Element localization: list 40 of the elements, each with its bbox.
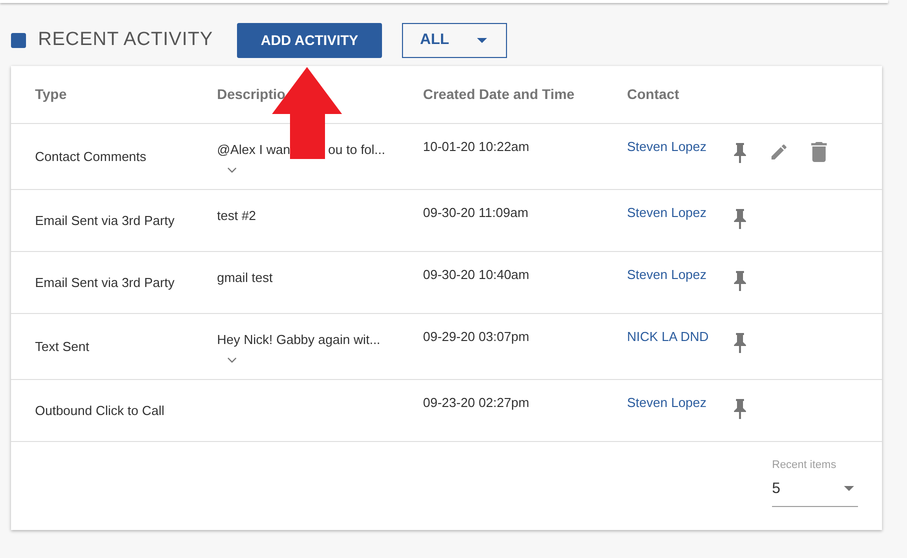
type-cell-text: Text Sent bbox=[35, 338, 90, 356]
section-title: RECENT ACTIVITY bbox=[38, 28, 214, 52]
caret-icon bbox=[844, 486, 854, 492]
section-marker-icon bbox=[11, 33, 26, 48]
filter-dropdown[interactable]: ALL bbox=[402, 23, 508, 58]
type-cell-text: Contact Comments bbox=[35, 148, 146, 166]
pin-icon[interactable] bbox=[733, 332, 747, 354]
type-cell-text: Email Sent via 3rd Party bbox=[35, 274, 174, 292]
date-cell: 09-29-20 03:07pm bbox=[423, 329, 530, 344]
pin-icon[interactable] bbox=[733, 208, 747, 230]
date-cell: 09-30-20 11:09am bbox=[423, 205, 528, 220]
pin-icon[interactable] bbox=[733, 270, 747, 292]
delete-icon[interactable] bbox=[811, 142, 827, 162]
date-cell: 09-30-20 10:40am bbox=[423, 267, 530, 282]
caret-icon bbox=[477, 38, 488, 43]
recent-items-select[interactable]: Recent items 5 bbox=[772, 457, 858, 507]
add-activity-button[interactable]: ADD ACTIVITY bbox=[237, 23, 382, 58]
description-text: ou to fol... bbox=[328, 141, 386, 159]
contact-link[interactable]: Steven Lopez bbox=[627, 267, 707, 282]
type-cell-text: Outbound Click to Call bbox=[35, 402, 164, 420]
column-header: Descriptio bbox=[217, 86, 286, 102]
column-header: Contact bbox=[627, 86, 680, 102]
description-text: Hey Nick! Gabby again wit... bbox=[217, 331, 380, 349]
description-text: gmail test bbox=[217, 269, 273, 287]
contact-link[interactable]: Steven Lopez bbox=[627, 139, 707, 154]
chevron-down-icon[interactable] bbox=[227, 356, 237, 362]
chevron-down-icon[interactable] bbox=[227, 166, 237, 172]
type-cell-text: Email Sent via 3rd Party bbox=[35, 212, 174, 230]
edit-icon[interactable] bbox=[769, 142, 789, 162]
contact-link[interactable]: Steven Lopez bbox=[627, 205, 707, 220]
date-cell: 10-01-20 10:22am bbox=[423, 139, 530, 154]
pin-icon[interactable] bbox=[733, 398, 747, 420]
pin-icon[interactable] bbox=[733, 142, 747, 164]
description-text: test #2 bbox=[217, 207, 256, 225]
contact-link[interactable]: NICK LA DND bbox=[627, 329, 709, 344]
description-text: @Alex I wan bbox=[217, 141, 290, 159]
contact-link[interactable]: Steven Lopez bbox=[627, 395, 707, 410]
date-cell: 09-23-20 02:27pm bbox=[423, 395, 530, 410]
column-header: Created Date and Time bbox=[423, 86, 574, 102]
column-header: Type bbox=[35, 86, 67, 102]
